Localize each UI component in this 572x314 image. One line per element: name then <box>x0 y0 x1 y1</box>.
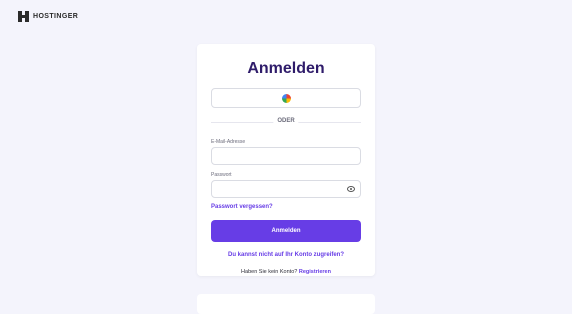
google-icon <box>281 93 291 103</box>
divider-text: ODER <box>273 118 299 124</box>
email-label: E-Mail-Adresse <box>211 139 246 145</box>
login-card: Anmelden ODER E-Mail-Adresse Passwort Pa… <box>197 44 375 276</box>
eye-icon[interactable] <box>347 186 355 192</box>
register-row: Haben Sie kein Konto? Registrieren <box>197 269 375 275</box>
no-access-link[interactable]: Du kannst nicht auf Ihr Konto zugreifen? <box>197 252 375 258</box>
forgot-password-link[interactable]: Passwort vergessen? <box>211 204 273 210</box>
brand-name[interactable]: HOSTINGER <box>33 13 78 20</box>
no-account-text: Haben Sie kein Konto? <box>241 269 298 275</box>
email-field[interactable] <box>211 147 361 165</box>
hostinger-logo-icon[interactable] <box>18 11 29 22</box>
google-login-button[interactable] <box>211 88 361 108</box>
header: HOSTINGER <box>18 11 78 22</box>
password-field[interactable] <box>211 180 361 198</box>
password-label: Passwort <box>211 172 232 178</box>
register-link[interactable]: Registrieren <box>299 269 331 275</box>
secondary-card <box>197 294 375 314</box>
page-title: Anmelden <box>247 60 325 77</box>
login-button[interactable]: Anmelden <box>211 220 361 242</box>
